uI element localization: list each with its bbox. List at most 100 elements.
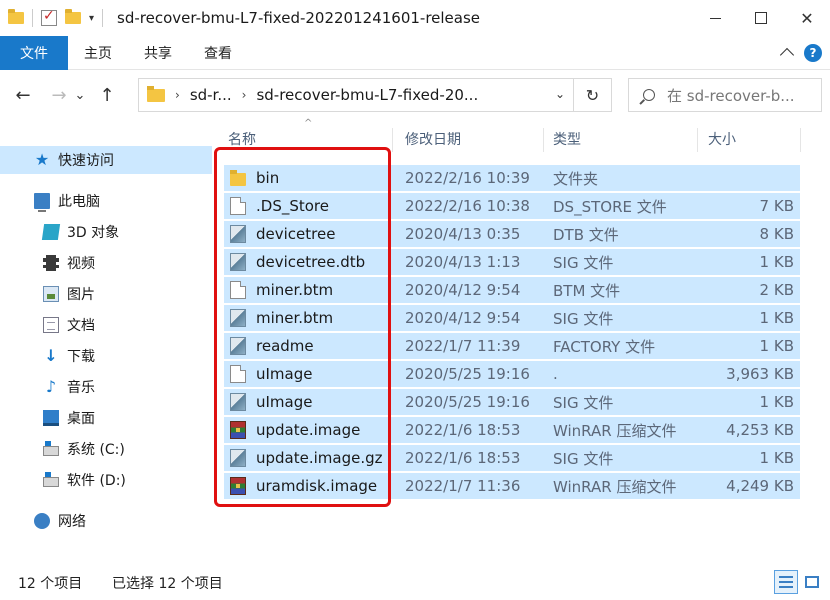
blank-file-icon: [230, 197, 246, 215]
file-row[interactable]: bin 2022/2/16 10:39 文件夹: [224, 165, 800, 191]
file-date: 2020/5/25 19:16: [405, 393, 530, 411]
sidebar-item-downloads[interactable]: ↓ 下载: [0, 342, 95, 370]
desktop-icon: [43, 410, 59, 426]
sidebar-item-label: 下载: [67, 349, 95, 365]
column-header-size[interactable]: 大小: [708, 124, 736, 154]
address-dropdown-icon[interactable]: ⌄: [555, 87, 565, 101]
large-icons-view-icon: [805, 576, 819, 588]
help-icon[interactable]: ?: [804, 44, 822, 62]
new-folder-icon[interactable]: [65, 9, 81, 24]
file-row[interactable]: miner.btm 2020/4/12 9:54 BTM 文件 2 KB: [224, 277, 800, 303]
sidebar-item-network[interactable]: 网络: [0, 507, 86, 535]
tab-file[interactable]: 文件: [0, 35, 68, 70]
tab-view[interactable]: 查看: [188, 36, 248, 70]
sidebar-item-label: 视频: [67, 256, 95, 272]
file-size: 1 KB: [759, 393, 794, 411]
tab-home[interactable]: 主页: [68, 36, 128, 70]
file-name: readme: [256, 337, 314, 355]
recent-locations-button[interactable]: ⌄: [72, 80, 88, 110]
pictures-icon: [43, 286, 59, 302]
sidebar-item-drive-d[interactable]: 软件 (D:): [0, 466, 126, 494]
file-name: .DS_Store: [256, 197, 329, 215]
forward-button[interactable]: →: [46, 80, 72, 110]
sidebar-item-desktop[interactable]: 桌面: [0, 404, 95, 432]
up-button[interactable]: ↑: [94, 80, 120, 110]
sidebar-item-this-pc[interactable]: 此电脑: [0, 187, 100, 215]
refresh-button[interactable]: ↻: [573, 79, 611, 111]
maximize-button[interactable]: [738, 0, 784, 36]
sidebar-item-music[interactable]: ♪ 音乐: [0, 373, 95, 401]
details-view-button[interactable]: [774, 570, 798, 594]
address-bar[interactable]: › sd-r... › sd-recover-bmu-L7-fixed-20..…: [138, 78, 612, 112]
close-button[interactable]: ✕: [784, 0, 830, 36]
file-type: SIG 文件: [553, 253, 614, 272]
file-row[interactable]: readme 2022/1/7 11:39 FACTORY 文件 1 KB: [224, 333, 800, 359]
file-name: devicetree.dtb: [256, 253, 366, 271]
file-name: devicetree: [256, 225, 336, 243]
file-name: update.image.gz: [256, 449, 383, 467]
column-header-name[interactable]: 名称: [228, 124, 256, 154]
column-divider[interactable]: [543, 128, 544, 152]
winrar-icon: [230, 477, 246, 495]
quick-access-toolbar: ▾: [0, 8, 104, 27]
search-box[interactable]: 在 sd-recover-b...: [628, 78, 822, 112]
sidebar-item-pictures[interactable]: 图片: [0, 280, 95, 308]
file-type: WinRAR 压缩文件: [553, 421, 677, 440]
file-date: 2022/2/16 10:39: [405, 169, 530, 187]
column-header-type[interactable]: 类型: [553, 124, 581, 154]
file-date: 2022/2/16 10:38: [405, 197, 530, 215]
file-size: 8 KB: [759, 225, 794, 243]
sidebar-item-label: 软件 (D:): [67, 473, 126, 489]
sidebar-item-drive-c[interactable]: 系统 (C:): [0, 435, 125, 463]
column-header-date[interactable]: 修改日期: [405, 124, 461, 154]
sidebar-item-label: 快速访问: [58, 153, 114, 169]
file-size: 4,249 KB: [726, 477, 794, 495]
minimize-button[interactable]: [692, 0, 738, 36]
file-row[interactable]: miner.btm 2020/4/12 9:54 SIG 文件 1 KB: [224, 305, 800, 331]
star-icon: ★: [34, 150, 50, 169]
sidebar-item-videos[interactable]: 视频: [0, 249, 95, 277]
file-size: 7 KB: [759, 197, 794, 215]
breadcrumb-separator-icon[interactable]: ›: [242, 88, 247, 102]
column-divider[interactable]: [800, 128, 801, 152]
back-button[interactable]: ←: [10, 80, 36, 110]
sidebar-item-3d-objects[interactable]: 3D 对象: [0, 218, 119, 246]
file-name: bin: [256, 169, 280, 187]
expand-ribbon-icon[interactable]: [779, 47, 795, 63]
sort-ascending-icon: ^: [304, 118, 313, 129]
file-name-cell: miner.btm: [230, 277, 333, 303]
properties-icon[interactable]: [41, 8, 57, 26]
search-placeholder: 在 sd-recover-b...: [667, 86, 795, 105]
file-name: miner.btm: [256, 309, 334, 327]
file-date: 2020/4/12 9:54: [405, 309, 521, 327]
toolbar-divider: [32, 9, 33, 27]
breadcrumb-separator-icon[interactable]: ›: [175, 88, 180, 102]
sidebar-item-documents[interactable]: 文档: [0, 311, 95, 339]
file-row[interactable]: devicetree 2020/4/13 0:35 DTB 文件 8 KB: [224, 221, 800, 247]
large-icons-view-button[interactable]: [800, 570, 824, 594]
file-row[interactable]: devicetree.dtb 2020/4/13 1:13 SIG 文件 1 K…: [224, 249, 800, 275]
details-view-icon: [779, 576, 793, 588]
column-divider[interactable]: [392, 128, 393, 152]
file-row[interactable]: uramdisk.image 2022/1/7 11:36 WinRAR 压缩文…: [224, 473, 800, 499]
file-type: FACTORY 文件: [553, 337, 656, 356]
breadcrumb-item[interactable]: sd-r...: [190, 86, 232, 104]
breadcrumb-item[interactable]: sd-recover-bmu-L7-fixed-20...: [256, 86, 478, 104]
file-row[interactable]: update.image.gz 2022/1/6 18:53 SIG 文件 1 …: [224, 445, 800, 471]
file-row[interactable]: uImage 2020/5/25 19:16 . 3,963 KB: [224, 361, 800, 387]
column-divider[interactable]: [697, 128, 698, 152]
sidebar-item-label: 音乐: [67, 380, 95, 396]
file-row[interactable]: uImage 2020/5/25 19:16 SIG 文件 1 KB: [224, 389, 800, 415]
customize-toolbar-icon[interactable]: ▾: [89, 13, 94, 24]
sig-file-icon: [230, 225, 246, 243]
sidebar-item-quick-access[interactable]: ★ 快速访问: [0, 146, 212, 174]
file-row[interactable]: .DS_Store 2022/2/16 10:38 DS_STORE 文件 7 …: [224, 193, 800, 219]
file-row[interactable]: update.image 2022/1/6 18:53 WinRAR 压缩文件 …: [224, 417, 800, 443]
file-size: 1 KB: [759, 449, 794, 467]
sig-file-icon: [230, 449, 246, 467]
sidebar-item-label: 文档: [67, 318, 95, 334]
sig-file-icon: [230, 253, 246, 271]
folder-icon: [147, 85, 165, 102]
tab-share[interactable]: 共享: [128, 36, 188, 70]
file-size: 1 KB: [759, 337, 794, 355]
